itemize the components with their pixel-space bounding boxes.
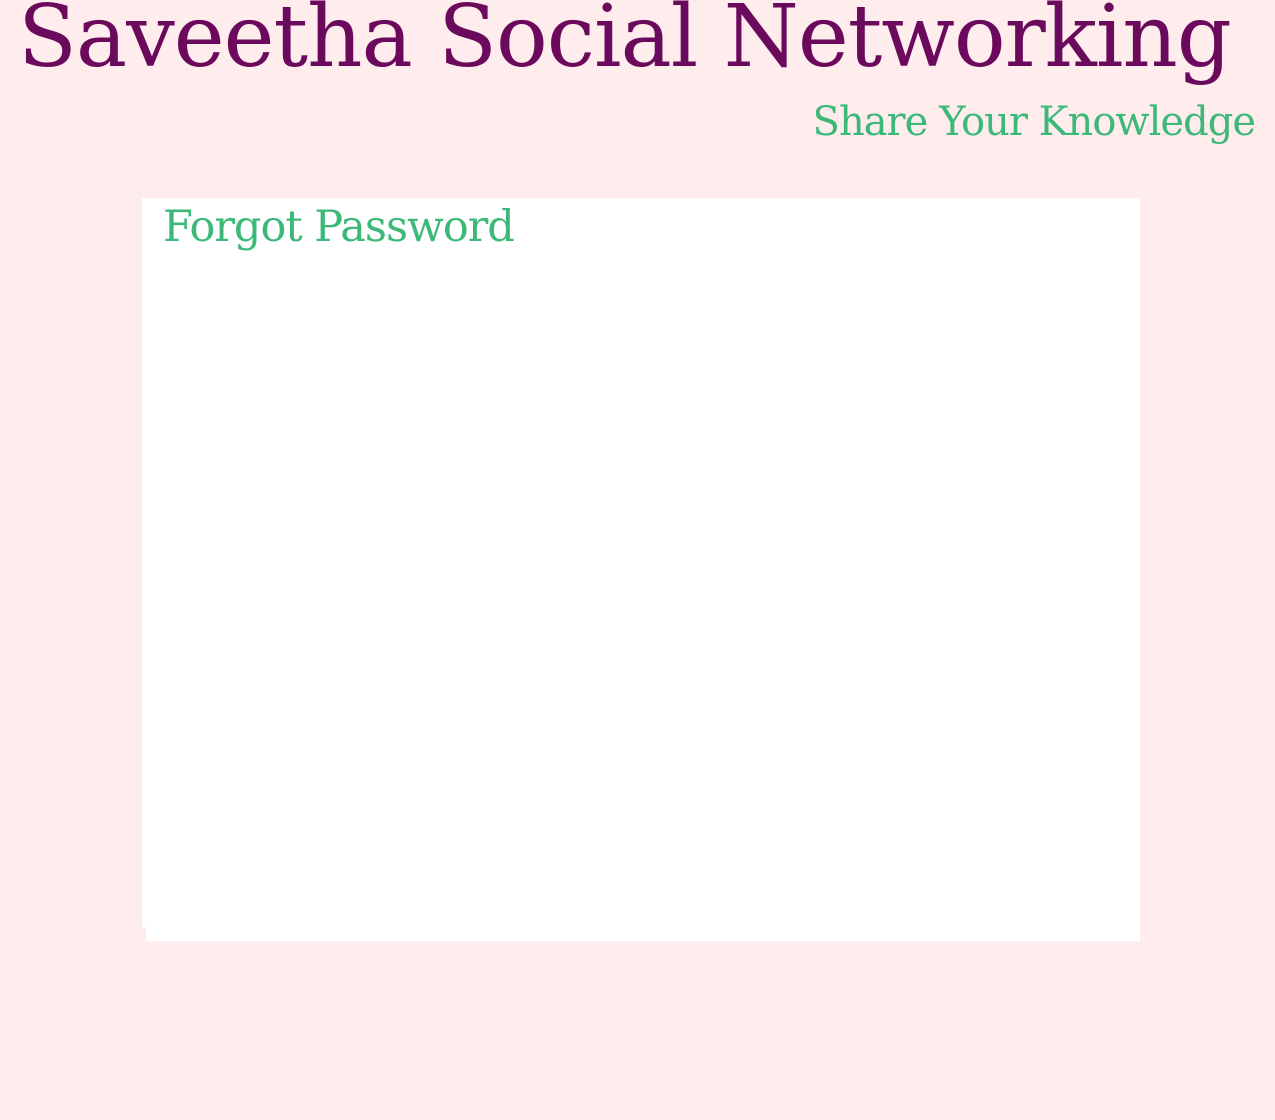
site-title: Saveetha Social Networking: [18, 0, 1232, 87]
site-header: Saveetha Social Networking Share Your Kn…: [0, 0, 1275, 160]
panel-title: Forgot Password: [163, 202, 515, 252]
forgot-password-panel: Forgot Password: [142, 198, 1140, 941]
panel-corner-notch: [142, 927, 146, 941]
site-tagline: Share Your Knowledge: [812, 99, 1256, 145]
